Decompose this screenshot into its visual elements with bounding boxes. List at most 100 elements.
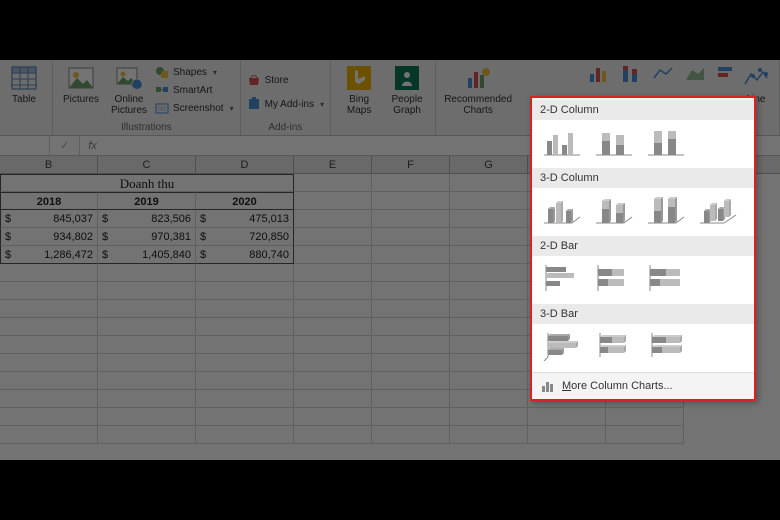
shapes-button[interactable]: Shapes▾ [155, 64, 234, 80]
stacked-bar-2d[interactable] [592, 262, 636, 294]
recommended-charts-button[interactable]: Recommended Charts [442, 62, 514, 120]
cell[interactable] [372, 300, 450, 318]
col-header-E[interactable]: E [294, 156, 372, 173]
cell[interactable] [294, 246, 372, 264]
cell-c[interactable]: $970,381 [98, 228, 196, 246]
cell[interactable] [372, 264, 450, 282]
cell[interactable] [196, 372, 294, 390]
cell[interactable] [0, 336, 98, 354]
cell[interactable] [98, 264, 196, 282]
cell-c[interactable]: $823,506 [98, 210, 196, 228]
cell[interactable] [372, 174, 450, 192]
cell[interactable] [294, 336, 372, 354]
my-addins-button[interactable]: My Add-ins▾ [247, 96, 324, 112]
cell[interactable] [450, 372, 528, 390]
col-header-C[interactable]: C [98, 156, 196, 173]
cell[interactable] [294, 318, 372, 336]
cell[interactable] [98, 372, 196, 390]
cell[interactable] [450, 282, 528, 300]
cell[interactable] [0, 354, 98, 372]
cell[interactable] [294, 174, 372, 192]
online-pictures-button[interactable]: Online Pictures [107, 62, 151, 120]
cell[interactable] [0, 300, 98, 318]
cell[interactable] [0, 372, 98, 390]
100-stacked-column-3d[interactable] [644, 194, 688, 226]
col-header-F[interactable]: F [372, 156, 450, 173]
cell-d[interactable]: $880,740 [196, 246, 294, 264]
cell[interactable] [606, 426, 684, 444]
cell[interactable] [294, 300, 372, 318]
mini-area-icon[interactable] [684, 64, 710, 84]
cell[interactable] [196, 300, 294, 318]
cell[interactable] [372, 282, 450, 300]
cell[interactable] [294, 210, 372, 228]
cell[interactable] [372, 390, 450, 408]
cell[interactable] [450, 336, 528, 354]
cell[interactable] [98, 336, 196, 354]
cell[interactable] [372, 318, 450, 336]
cell[interactable] [294, 228, 372, 246]
cell[interactable] [98, 390, 196, 408]
mini-col-icon[interactable] [588, 64, 614, 84]
cell[interactable] [0, 408, 98, 426]
cell[interactable] [606, 408, 684, 426]
clustered-column-2d[interactable] [540, 126, 584, 158]
col-header-D[interactable]: D [196, 156, 294, 173]
more-column-charts[interactable]: More Column Charts... [532, 372, 754, 399]
cell[interactable] [450, 228, 528, 246]
cell[interactable] [0, 390, 98, 408]
store-button[interactable]: Store [247, 72, 324, 88]
title-cell[interactable]: Doanh thu [0, 174, 294, 192]
cell[interactable] [98, 426, 196, 444]
cell[interactable] [372, 336, 450, 354]
clustered-bar-2d[interactable] [540, 262, 584, 294]
cell[interactable] [98, 318, 196, 336]
cell[interactable] [196, 354, 294, 372]
cell[interactable] [294, 192, 372, 210]
cell[interactable] [294, 390, 372, 408]
cell[interactable] [450, 192, 528, 210]
table-button[interactable]: Table [2, 62, 46, 120]
cell[interactable] [372, 246, 450, 264]
cell[interactable] [196, 264, 294, 282]
cell[interactable] [450, 354, 528, 372]
stacked-column-2d[interactable] [592, 126, 636, 158]
cell[interactable] [450, 174, 528, 192]
fb-check[interactable]: ✓ [50, 136, 80, 155]
cell[interactable] [98, 354, 196, 372]
cell-d[interactable]: $475,013 [196, 210, 294, 228]
clustered-column-3d[interactable] [540, 194, 584, 226]
header-2020[interactable]: 2020 [196, 192, 294, 210]
mini-bar-icon[interactable] [716, 64, 742, 84]
name-box[interactable] [0, 136, 50, 155]
cell[interactable] [0, 426, 98, 444]
cell[interactable] [196, 390, 294, 408]
cell[interactable] [450, 318, 528, 336]
cell[interactable] [0, 318, 98, 336]
cell[interactable] [98, 300, 196, 318]
cell[interactable] [294, 354, 372, 372]
header-2019[interactable]: 2019 [98, 192, 196, 210]
column-3d[interactable] [696, 194, 740, 226]
cell[interactable] [372, 192, 450, 210]
stacked-bar-3d[interactable] [592, 330, 636, 362]
screenshot-button[interactable]: Screenshot▾ [155, 100, 234, 116]
cell[interactable] [294, 426, 372, 444]
col-header-G[interactable]: G [450, 156, 528, 173]
cell-d[interactable]: $720,850 [196, 228, 294, 246]
pictures-button[interactable]: Pictures [59, 62, 103, 120]
cell[interactable] [372, 228, 450, 246]
mini-stacked-icon[interactable] [620, 64, 646, 84]
100-stacked-column-2d[interactable] [644, 126, 688, 158]
cell[interactable] [450, 426, 528, 444]
cell[interactable] [196, 318, 294, 336]
cell-b[interactable]: $1,286,472 [0, 246, 98, 264]
cell[interactable] [372, 408, 450, 426]
mini-line-icon[interactable] [652, 64, 678, 84]
cell[interactable] [294, 282, 372, 300]
cell[interactable] [450, 408, 528, 426]
mini-scatter-icon[interactable] [748, 64, 774, 84]
cell[interactable] [294, 264, 372, 282]
cell[interactable] [528, 408, 606, 426]
cell[interactable] [196, 336, 294, 354]
